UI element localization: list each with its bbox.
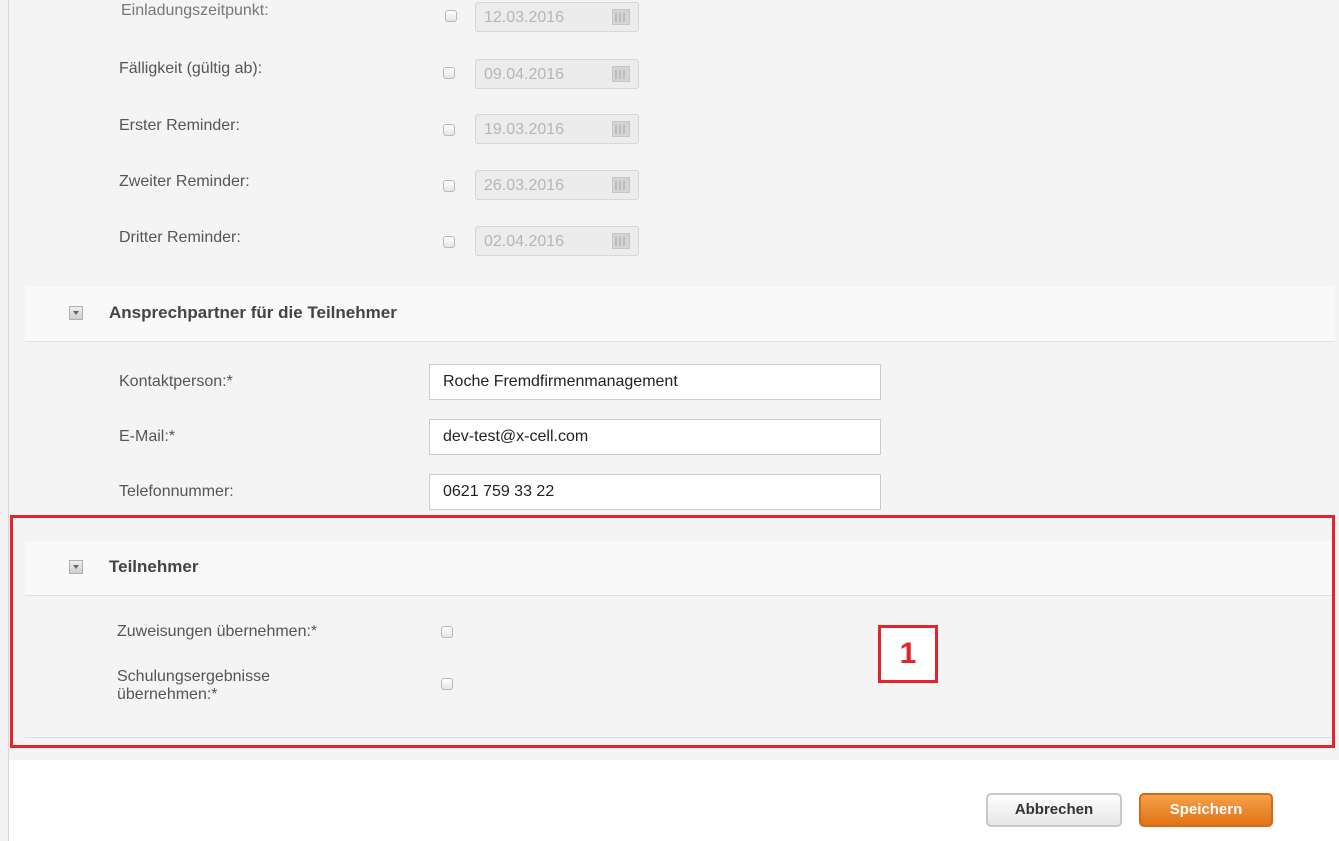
telefon-input[interactable]: 0621 759 33 22: [429, 474, 881, 510]
date-label-erster-reminder: Erster Reminder:: [119, 117, 240, 134]
date-field-erster-reminder[interactable]: 19.03.2016: [475, 114, 639, 144]
section-header-ansprechpartner[interactable]: Ansprechpartner für die Teilnehmer: [25, 287, 1335, 342]
collapse-toggle-icon[interactable]: [69, 306, 83, 320]
checkbox-erster-reminder[interactable]: [443, 124, 455, 136]
annotation-number-badge: 1: [878, 625, 938, 683]
checkbox-faelligkeit[interactable]: [443, 67, 455, 79]
date-value: 09.04.2016: [484, 66, 565, 83]
date-value: 12.03.2016: [484, 9, 565, 26]
date-label-dritter-reminder: Dritter Reminder:: [119, 229, 241, 246]
date-field-einladung[interactable]: 12.03.2016: [475, 2, 639, 32]
calendar-icon[interactable]: [612, 177, 630, 193]
cancel-button[interactable]: Abbrechen: [986, 793, 1122, 827]
calendar-icon[interactable]: [612, 233, 630, 249]
checkbox-dritter-reminder[interactable]: [443, 236, 455, 248]
calendar-icon[interactable]: [612, 121, 630, 137]
kontaktperson-label: Kontaktperson:*: [119, 373, 233, 390]
date-value: 26.03.2016: [484, 177, 565, 194]
calendar-icon[interactable]: [612, 9, 630, 25]
date-label-faelligkeit: Fälligkeit (gültig ab):: [119, 60, 263, 77]
date-field-zweiter-reminder[interactable]: 26.03.2016: [475, 170, 639, 200]
kontaktperson-input[interactable]: Roche Fremdfirmenmanagement: [429, 364, 881, 400]
annotation-highlight-box: [10, 515, 1335, 748]
form-frame: Einladungszeitpunkt: 12.03.2016 Fälligke…: [0, 0, 1339, 841]
email-input[interactable]: dev-test@x-cell.com: [429, 419, 881, 455]
date-label-einladung: Einladungszeitpunkt:: [121, 2, 269, 19]
section-title: Ansprechpartner für die Teilnehmer: [109, 303, 397, 322]
date-value: 19.03.2016: [484, 121, 565, 138]
date-value: 02.04.2016: [484, 233, 565, 250]
save-button[interactable]: Speichern: [1139, 793, 1273, 827]
checkbox-zweiter-reminder[interactable]: [443, 180, 455, 192]
checkbox-einladung[interactable]: [445, 10, 457, 22]
calendar-icon[interactable]: [612, 66, 630, 82]
email-label: E-Mail:*: [119, 428, 176, 445]
date-label-zweiter-reminder: Zweiter Reminder:: [119, 173, 250, 190]
telefon-label: Telefonnummer:: [119, 483, 234, 500]
date-field-faelligkeit[interactable]: 09.04.2016: [475, 59, 639, 89]
date-field-dritter-reminder[interactable]: 02.04.2016: [475, 226, 639, 256]
